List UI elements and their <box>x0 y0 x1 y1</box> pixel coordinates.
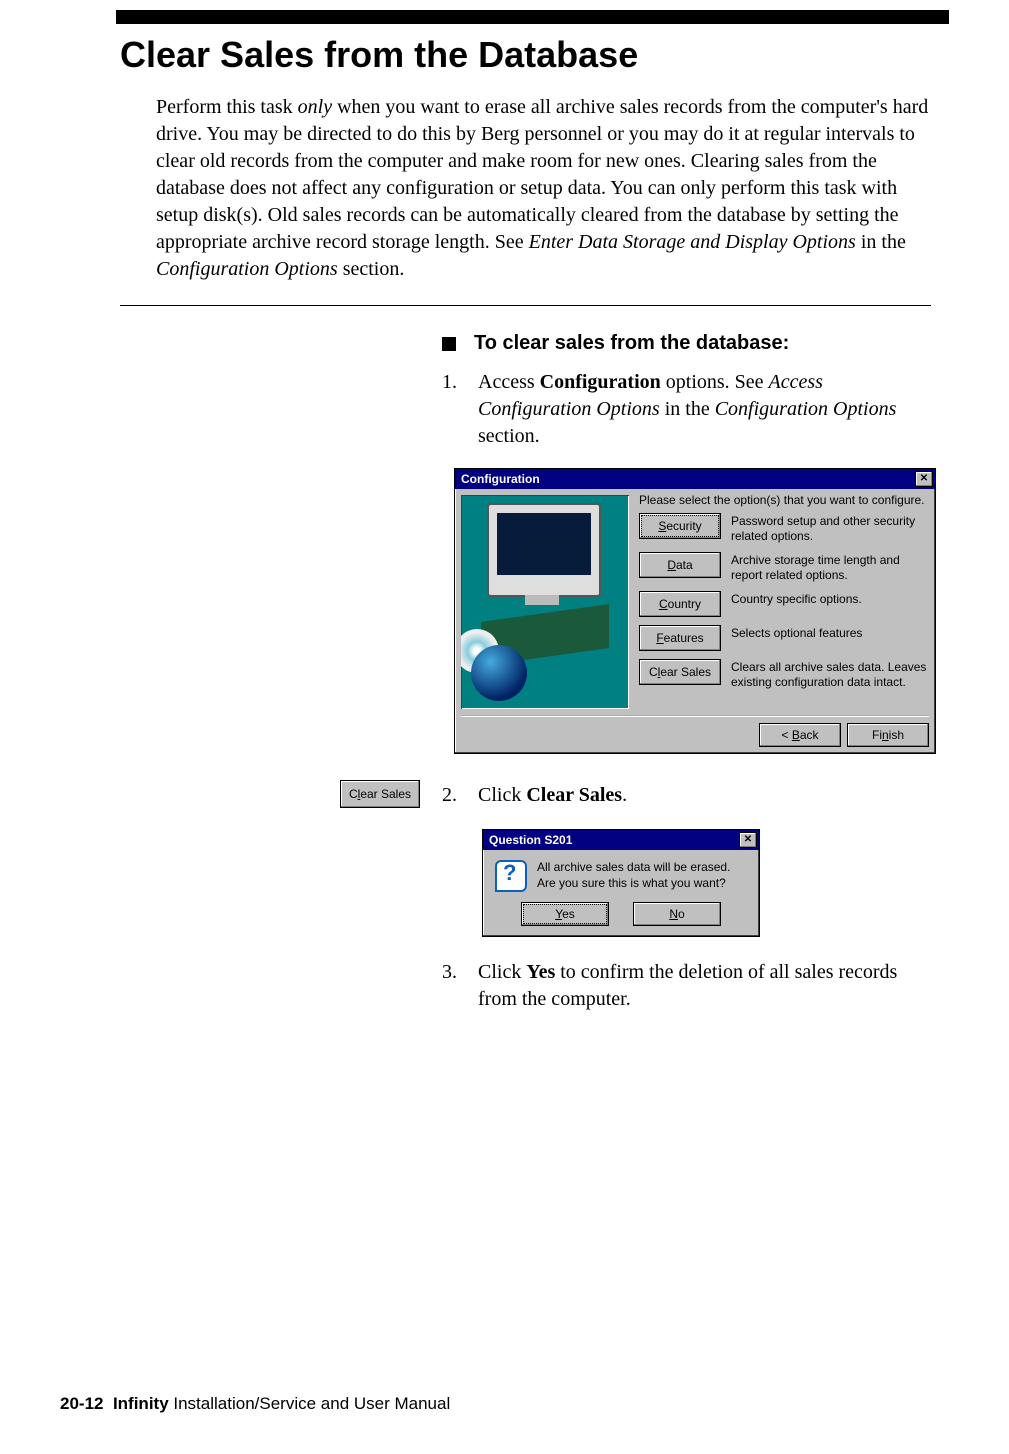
wizard-graphic <box>461 495 629 709</box>
step-text: Access <box>478 371 540 393</box>
bullet-square-icon <box>442 337 456 351</box>
country-button[interactable]: Country <box>639 591 721 617</box>
margin-clear-sales-button[interactable]: Clear Sales <box>340 780 420 808</box>
question-dialog: Question S201 ✕ ? All archive sales data… <box>482 829 760 937</box>
task-heading: To clear sales from the database: <box>442 332 931 355</box>
intro-only: only <box>298 96 332 118</box>
data-button[interactable]: Data <box>639 552 721 578</box>
header-rule <box>116 10 949 24</box>
page-number: 20-12 <box>60 1394 103 1413</box>
book-title: Infinity <box>113 1394 169 1413</box>
clear-sales-button[interactable]: Clear Sales <box>639 659 721 685</box>
country-desc: Country specific options. <box>731 591 929 607</box>
close-icon[interactable]: ✕ <box>915 471 933 487</box>
dialog-title: Question S201 <box>489 833 572 847</box>
step-2: 2. Click Clear Sales. <box>442 782 931 809</box>
step-3: 3. Click Yes to confirm the deletion of … <box>442 959 931 1013</box>
page-footer: 20-12 Infinity Installation/Service and … <box>60 1394 450 1414</box>
step-text: options. See <box>661 371 769 393</box>
step-text: Click <box>478 961 526 983</box>
task-heading-text: To clear sales from the database: <box>474 332 789 355</box>
monitor-icon <box>487 503 601 597</box>
close-icon[interactable]: ✕ <box>739 832 757 848</box>
intro-text: Perform this task <box>156 96 298 118</box>
security-desc: Password setup and other security relate… <box>731 513 929 544</box>
intro-text: section. <box>338 258 405 280</box>
dialog-instruction: Please select the option(s) that you wan… <box>639 493 929 507</box>
globe-icon <box>471 645 527 701</box>
step-number: 2. <box>442 782 478 809</box>
question-icon: ? <box>495 860 527 892</box>
intro-text: in the <box>856 231 906 253</box>
dialog-titlebar[interactable]: Configuration ✕ <box>455 469 935 489</box>
monitor-stand-icon <box>525 595 559 605</box>
step-text: . <box>622 784 627 806</box>
step-bold: Yes <box>526 961 555 983</box>
step-number: 3. <box>442 959 478 1013</box>
yes-button[interactable]: Yes <box>521 902 609 926</box>
features-button[interactable]: Features <box>639 625 721 651</box>
dialog-titlebar[interactable]: Question S201 ✕ <box>483 830 759 850</box>
features-desc: Selects optional features <box>731 625 929 641</box>
step-text: section. <box>478 425 540 447</box>
intro-ref: Configuration Options <box>156 258 338 280</box>
security-button[interactable]: Security <box>639 513 721 539</box>
section-rule <box>120 305 931 306</box>
clear-sales-desc: Clears all archive sales data. Leaves ex… <box>731 659 929 690</box>
no-button[interactable]: No <box>633 902 721 926</box>
step-text: Click <box>478 784 526 806</box>
finish-button[interactable]: Finish <box>847 723 929 747</box>
step-number: 1. <box>442 369 478 450</box>
step-ref: Configuration Options <box>715 398 897 420</box>
configuration-dialog: Configuration ✕ Please select the option… <box>454 468 936 754</box>
step-text: in the <box>660 398 715 420</box>
back-button[interactable]: < Back <box>759 723 841 747</box>
intro-paragraph: Perform this task only when you want to … <box>156 94 931 283</box>
intro-ref: Enter Data Storage and Display Options <box>529 231 856 253</box>
question-message: All archive sales data will be erased. A… <box>537 860 747 891</box>
step-bold: Clear Sales <box>526 784 622 806</box>
footer-text: Installation/Service and User Manual <box>169 1394 451 1413</box>
step-bold: Configuration <box>540 371 661 393</box>
page-title: Clear Sales from the Database <box>120 34 949 76</box>
data-desc: Archive storage time length and report r… <box>731 552 929 583</box>
intro-text: when you want to erase all archive sales… <box>156 96 928 253</box>
dialog-title: Configuration <box>461 472 540 486</box>
step-1: 1. Access Configuration options. See Acc… <box>442 369 931 450</box>
